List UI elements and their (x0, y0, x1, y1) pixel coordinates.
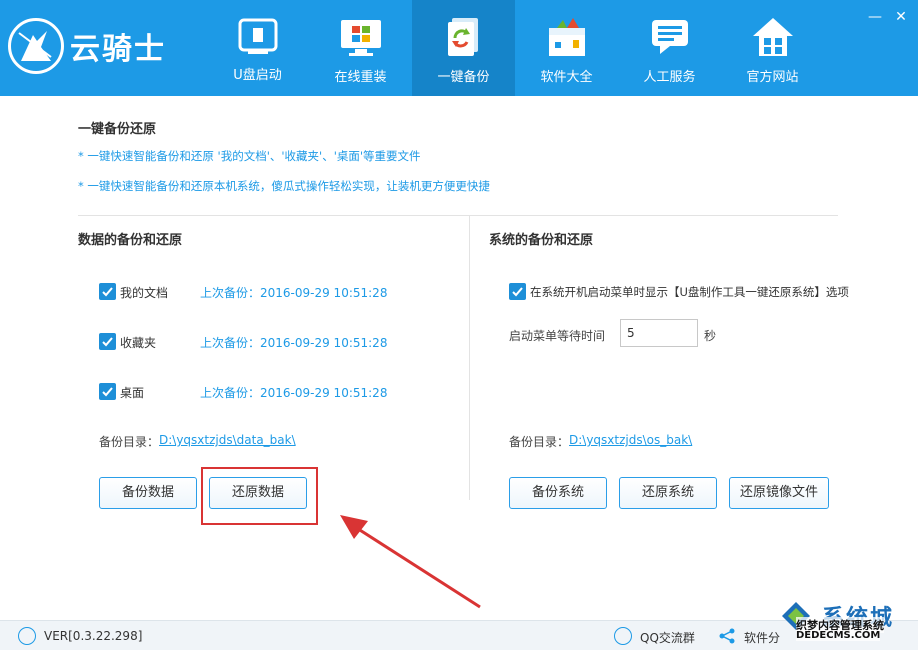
desktop-last-backup: 上次备份：2016-09-29 10:51:28 (200, 386, 388, 400)
tab-online-reinstall[interactable]: 在线重装 (309, 0, 412, 96)
version-text: VER[0.3.22.298] (44, 629, 143, 643)
share-icon[interactable] (718, 627, 736, 645)
annotation-arrow-icon (340, 515, 481, 609)
note-line: * 一键快速智能备份和还原本机系统，傻瓜式操作轻松实现，让装机更方便更快捷 (78, 179, 490, 193)
system-backup-title: 系统的备份和还原 (489, 233, 594, 248)
top-header: 云骑士 — ✕ U盘启动 在线重装 一键备份 软件大全 人工服务 官方网站 (0, 0, 918, 96)
boot-wait-label: 启动菜单等待时间 (509, 329, 606, 343)
boot-wait-input[interactable] (620, 319, 698, 347)
close-icon[interactable]: ✕ (892, 8, 910, 26)
favorites-label: 收藏夹 (120, 336, 157, 350)
tab-one-key-backup[interactable]: 一键备份 (412, 0, 515, 96)
tab-usb-boot[interactable]: U盘启动 (206, 0, 309, 96)
desktop-label: 桌面 (120, 386, 145, 400)
tab-label: 一键备份 (437, 70, 490, 85)
app-name: 云骑士 (70, 32, 166, 67)
tab-manual-service[interactable]: 人工服务 (618, 0, 721, 96)
monitor-windows-icon (341, 20, 381, 56)
boot-wait-unit: 秒 (704, 329, 717, 343)
knight-logo-icon (8, 18, 64, 74)
tab-label: 人工服务 (643, 70, 696, 85)
favorites-last-backup: 上次备份：2016-09-29 10:51:28 (200, 336, 388, 350)
watermark-text: DEDECMS.COM (796, 630, 881, 641)
my-documents-checkbox[interactable] (99, 283, 116, 300)
tab-label: 在线重装 (334, 70, 387, 85)
tab-software[interactable]: 软件大全 (515, 0, 618, 96)
home-icon (753, 18, 793, 56)
tab-label: 官方网站 (746, 70, 799, 85)
boot-menu-label: 在系统开机启动菜单时显示【U盘制作工具一键还原系统】选项 (530, 285, 849, 299)
my-documents-label: 我的文档 (120, 286, 169, 300)
my-documents-last-backup: 上次备份：2016-09-29 10:51:28 (200, 286, 388, 300)
favorites-checkbox[interactable] (99, 333, 116, 350)
system-dir-link[interactable]: D:\yqsxtzjds\os_bak\ (569, 433, 692, 447)
qq-group-link[interactable]: QQ交流群 (640, 629, 695, 646)
qq-icon[interactable] (614, 627, 632, 645)
backup-system-button[interactable]: 备份系统 (509, 477, 607, 509)
backup-data-button[interactable]: 备份数据 (99, 477, 197, 509)
app-logo: 云骑士 (8, 10, 166, 82)
restore-system-button[interactable]: 还原系统 (619, 477, 717, 509)
software-box-icon (549, 18, 585, 56)
tab-official-site[interactable]: 官方网站 (721, 0, 824, 96)
section-divider (78, 215, 838, 216)
backup-refresh-icon (448, 18, 478, 56)
restore-image-button[interactable]: 还原镜像文件 (729, 477, 829, 509)
minimize-icon[interactable]: — (866, 8, 884, 26)
desktop-checkbox[interactable] (99, 383, 116, 400)
note-line: * 一键快速智能备份和还原 '我的文档'、'收藏夹'、'桌面'等重要文件 (78, 149, 421, 163)
chat-bubble-icon (652, 20, 688, 54)
system-dir-label: 备份目录： (509, 435, 570, 449)
usb-icon (238, 18, 278, 54)
page-title: 一键备份还原 (78, 122, 157, 137)
tab-label: 软件大全 (540, 70, 593, 85)
annotation-highlight-box (201, 467, 318, 525)
boot-menu-checkbox[interactable] (509, 283, 526, 300)
data-dir-link[interactable]: D:\yqsxtzjds\data_bak\ (159, 433, 296, 447)
tab-label: U盘启动 (233, 68, 282, 83)
data-backup-title: 数据的备份和还原 (78, 233, 183, 248)
data-dir-label: 备份目录： (99, 435, 160, 449)
version-icon (18, 627, 36, 645)
column-divider (469, 216, 470, 500)
share-link[interactable]: 软件分 (744, 629, 780, 646)
